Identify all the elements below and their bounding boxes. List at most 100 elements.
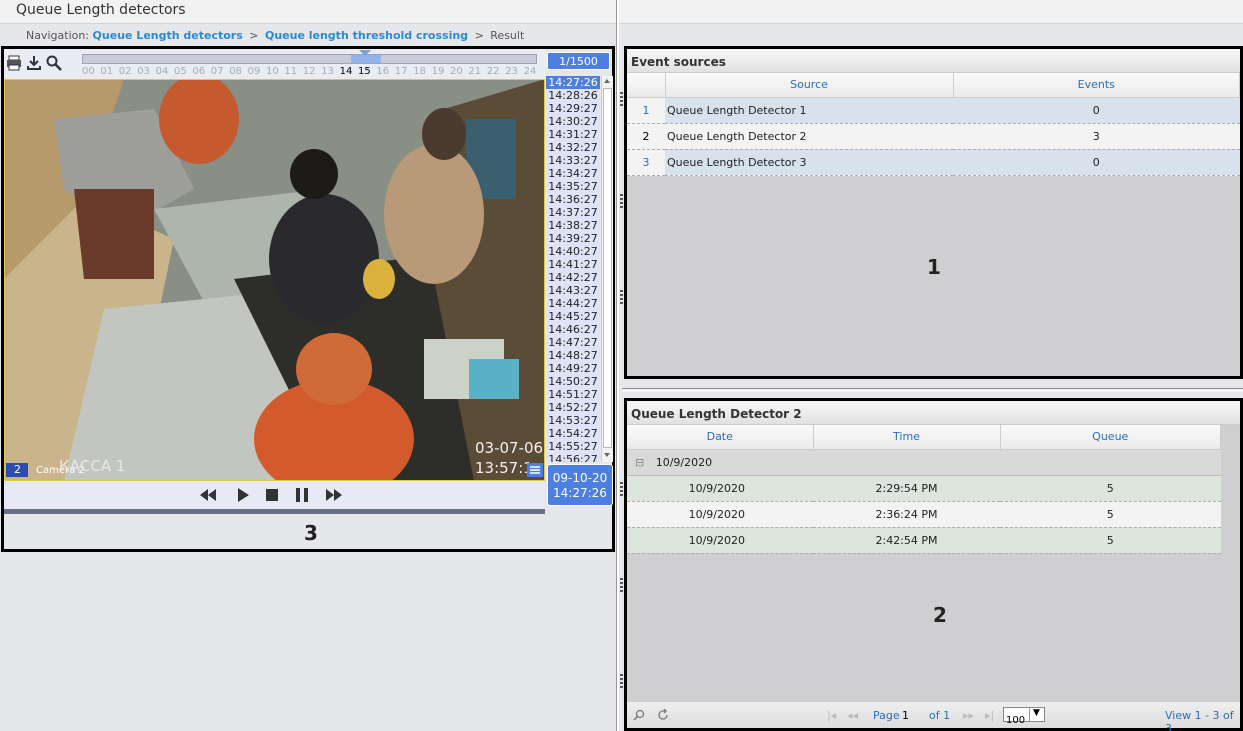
time-list-item[interactable]: 14:32:27	[546, 141, 600, 154]
last-page-icon[interactable]: ▸|	[985, 709, 994, 722]
page-total: of 1	[929, 709, 951, 722]
time-list-item[interactable]: 14:40:27	[546, 245, 600, 258]
time-list-item[interactable]: 14:45:27	[546, 310, 600, 323]
timeline-hour-label: 13	[321, 66, 334, 77]
column-header-queue[interactable]: Queue	[1000, 425, 1221, 450]
splitter-handle[interactable]	[620, 578, 623, 592]
timeline-hour-label: 06	[192, 66, 206, 77]
time-list-item[interactable]: 14:41:27	[546, 258, 600, 271]
time-list-item[interactable]: 14:29:27	[546, 102, 600, 115]
download-icon[interactable]	[26, 55, 42, 71]
timeline-hour-label: 14	[339, 66, 353, 77]
time-list-item[interactable]: 14:48:27	[546, 349, 600, 362]
splitter-handle[interactable]	[620, 194, 623, 208]
column-header-date[interactable]: Date	[627, 425, 814, 450]
time-list-item[interactable]: 14:49:27	[546, 362, 600, 375]
breadcrumb-link-threshold-crossing[interactable]: Queue length threshold crossing	[265, 29, 468, 42]
refresh-icon[interactable]	[657, 709, 669, 721]
table-row[interactable]: 10/9/2020 2:42:54 PM 5	[627, 527, 1221, 554]
time-list-item[interactable]: 14:54:27	[546, 427, 600, 440]
time-list-item[interactable]: 14:44:27	[546, 297, 600, 310]
splitter-handle[interactable]	[620, 482, 623, 496]
time-list-item[interactable]: 14:51:27	[546, 388, 600, 401]
queue-cell: 5	[1000, 527, 1221, 554]
menu-icon[interactable]	[527, 463, 543, 477]
timeline-hour-label: 09	[247, 66, 261, 77]
table-row[interactable]: 2 Queue Length Detector 23	[627, 123, 1240, 150]
play-icon[interactable]	[234, 487, 252, 503]
timeline-hour-label: 04	[155, 66, 169, 77]
splitter-handle[interactable]	[620, 290, 623, 304]
time-list-item[interactable]: 14:39:27	[546, 232, 600, 245]
timeline-selection[interactable]	[351, 55, 381, 63]
timeline-hour-label: 18	[413, 66, 426, 77]
timeline-position-marker[interactable]	[359, 50, 371, 56]
breadcrumb-link-queue-detectors[interactable]: Queue Length detectors	[93, 29, 243, 42]
source-cell: Queue Length Detector 1	[665, 97, 953, 124]
queue-cell: 5	[1000, 501, 1221, 528]
table-row[interactable]: 1 Queue Length Detector 10	[627, 97, 1240, 124]
time-list-item[interactable]: 14:27:26	[546, 76, 600, 89]
time-list[interactable]: 14:27:26 14:28:26 14:29:27 14:30:27 14:31:27…	[546, 76, 600, 462]
timeline-hour-label: 20	[450, 66, 463, 77]
current-date: 09-10-20	[552, 471, 608, 485]
rows-per-page-select[interactable]: 100 ▼	[1003, 707, 1045, 726]
time-list-item[interactable]: 14:33:27	[546, 154, 600, 167]
rewind-icon[interactable]	[199, 487, 217, 503]
page-input[interactable]: 1	[902, 709, 909, 722]
camera-video-frame[interactable]: 2 Camera 2 КАССА 1 03-07-06 13:57:1	[4, 79, 545, 481]
next-page-icon[interactable]: ▸▸	[963, 709, 974, 722]
time-list-item[interactable]: 14:28:26	[546, 89, 600, 102]
splitter-handle[interactable]	[620, 674, 623, 688]
time-list-item[interactable]: 14:55:27	[546, 440, 600, 453]
vertical-splitter[interactable]	[616, 0, 619, 731]
stop-icon[interactable]	[263, 487, 281, 503]
time-list-item[interactable]: 14:42:27	[546, 271, 600, 284]
time-list-item[interactable]: 14:46:27	[546, 323, 600, 336]
column-header-events[interactable]: Events	[953, 73, 1240, 98]
region-label-2: 2	[933, 603, 947, 627]
fast-forward-icon[interactable]	[325, 487, 343, 503]
time-list-item[interactable]: 14:47:27	[546, 336, 600, 349]
time-list-item[interactable]: 14:30:27	[546, 115, 600, 128]
pager: |◂ ◂◂ Page 1 of 1 ▸▸ ▸| 100 ▼ View 1 - 3 …	[627, 702, 1240, 731]
time-list-item[interactable]: 14:38:27	[546, 219, 600, 232]
time-cell: 2:29:54 PM	[813, 475, 1000, 502]
table-row[interactable]: 10/9/2020 2:29:54 PM 5	[627, 475, 1221, 502]
playback-progress[interactable]	[4, 509, 545, 514]
time-list-item[interactable]: 14:35:27	[546, 180, 600, 193]
scroll-down-icon[interactable]	[602, 450, 612, 460]
time-list-item[interactable]: 14:50:27	[546, 375, 600, 388]
time-list-item[interactable]: 14:52:27	[546, 401, 600, 414]
queue-cell: 5	[1000, 475, 1221, 502]
search-icon[interactable]	[633, 709, 645, 721]
first-page-icon[interactable]: |◂	[827, 709, 836, 722]
table-row[interactable]: 3 Queue Length Detector 30	[627, 149, 1240, 176]
breadcrumb: Navigation: Queue Length detectors > Que…	[0, 26, 1243, 46]
column-header-source[interactable]: Source	[665, 73, 954, 98]
time-list-item[interactable]: 14:56:27	[546, 453, 600, 462]
time-list-scrollbar[interactable]	[601, 76, 613, 462]
time-list-item[interactable]: 14:53:27	[546, 414, 600, 427]
search-icon[interactable]	[46, 55, 62, 71]
time-list-item[interactable]: 14:37:27	[546, 206, 600, 219]
horizontal-splitter[interactable]	[622, 388, 1243, 392]
scroll-up-icon[interactable]	[602, 76, 612, 86]
table-row[interactable]: 10/9/2020 2:36:24 PM 5	[627, 501, 1221, 528]
current-datetime: 09-10-20 14:27:26	[547, 464, 613, 506]
pause-icon[interactable]	[293, 487, 311, 503]
time-list-item[interactable]: 14:43:27	[546, 284, 600, 297]
splitter-handle[interactable]	[620, 92, 623, 106]
column-header-number	[627, 73, 666, 98]
collapse-icon[interactable]: ⊟	[635, 456, 644, 469]
prev-page-icon[interactable]: ◂◂	[847, 709, 858, 722]
time-list-item[interactable]: 14:34:27	[546, 167, 600, 180]
group-row[interactable]: ⊟ 10/9/2020	[627, 449, 1221, 476]
time-list-item[interactable]: 14:31:27	[546, 128, 600, 141]
time-list-item[interactable]: 14:36:27	[546, 193, 600, 206]
player-toolbar: 00 01 02 03 04 05 06 07 08 09 10 11 12 13 14 15 16 17 18 19…	[4, 49, 546, 79]
column-header-time[interactable]: Time	[813, 425, 1001, 450]
scroll-thumb[interactable]	[603, 88, 612, 448]
print-icon[interactable]	[6, 55, 22, 71]
timeline-bar[interactable]	[82, 50, 537, 64]
